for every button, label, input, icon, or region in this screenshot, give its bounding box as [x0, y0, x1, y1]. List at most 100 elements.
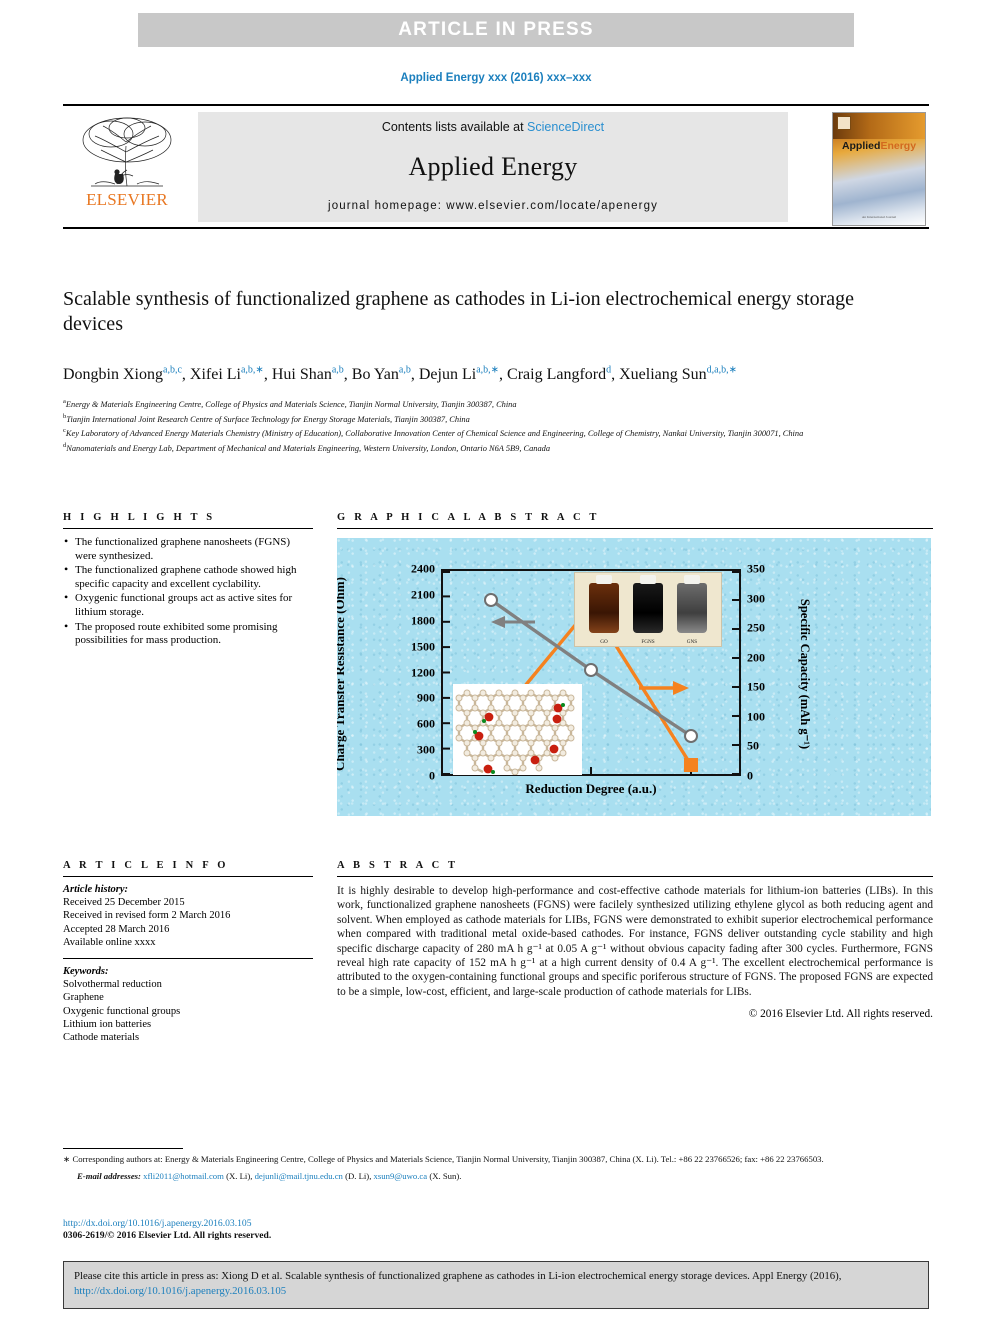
cover-badge-icon	[837, 116, 851, 130]
email-link[interactable]: dejunli@mail.tjnu.edu.cn	[255, 1171, 343, 1181]
affiliation-item: cKey Laboratory of Advanced Energy Mater…	[63, 425, 933, 439]
article-history-label: Article history:	[63, 884, 129, 895]
graphene-lattice-svg	[455, 689, 575, 775]
keyword-item: Lithium ion batteries	[63, 1018, 152, 1030]
y2-tick-label: 350	[747, 561, 765, 576]
chart-y-axis-label-text: Charge Transfer Resistance (Ohm)	[337, 576, 348, 771]
contents-prefix: Contents lists available at	[381, 120, 528, 134]
y-tick-label: 1500	[411, 639, 435, 654]
chart-y2-axis-label-text: Specific Capacity (mAh g⁻¹)	[798, 598, 813, 749]
abstract-section: A B S T R A C T It is highly desirable t…	[337, 860, 933, 1020]
author-item: Dejun Lia,b,∗,	[418, 365, 508, 384]
email-link[interactable]: xsun9@uwo.ca	[374, 1171, 428, 1181]
graphical-abstract-heading: G R A P H I C A L A B S T R A C T	[337, 512, 600, 523]
elsevier-tree-icon	[82, 117, 172, 187]
author-affil-marks: a,b	[398, 365, 411, 376]
bottle-gns	[677, 575, 707, 633]
bottle-label: GNS	[686, 639, 698, 645]
bottle-label: GO	[600, 639, 608, 645]
y-tick-label: 1200	[411, 665, 435, 679]
bottle-photo-inset: GO FGNS GNS	[574, 572, 722, 647]
y-tick-label: 300	[417, 742, 435, 757]
history-item: Available online xxxx	[63, 936, 156, 948]
oxygen-atoms-icon	[473, 703, 565, 774]
author-affil-marks: d,a,b,∗	[706, 365, 737, 376]
list-item: Oxygenic functional groups act as active…	[63, 591, 313, 619]
corresponding-author-note: ∗ Corresponding authors at: Energy & Mat…	[63, 1154, 824, 1164]
citation-box: Please cite this article in press as: Xi…	[63, 1261, 929, 1309]
author-item: Xifei Lia,b,∗,	[189, 365, 272, 384]
abstract-body: It is highly desirable to develop high-p…	[337, 885, 933, 998]
author-list: Dongbin Xionga,b,c, Xifei Lia,b,∗, Hui S…	[63, 361, 933, 385]
elsevier-wordmark: ELSEVIER	[86, 190, 168, 209]
highlights-section: H I G H L I G H T S The functionalized g…	[63, 512, 313, 649]
citation-doi-link[interactable]: http://dx.doi.org/10.1016/j.apenergy.201…	[74, 1285, 286, 1297]
y-tick-label: 1800	[411, 613, 435, 628]
chart-y-tick-labels: 0 300 600 900 1200 1500 1800 2100 2400	[367, 562, 435, 783]
affiliation-text: Key Laboratory of Advanced Energy Materi…	[65, 428, 804, 438]
journal-masthead: ELSEVIER Contents lists available at Sci…	[63, 104, 929, 229]
contents-box: Contents lists available at ScienceDirec…	[198, 112, 788, 222]
keywords-label: Keywords:	[63, 966, 109, 978]
doi-link[interactable]: http://dx.doi.org/10.1016/j.apenergy.201…	[63, 1218, 271, 1230]
article-in-press-label: ARTICLE IN PRESS	[398, 19, 594, 40]
bottle-fgns	[633, 575, 663, 633]
keyword-item: Solvothermal reduction	[63, 979, 162, 991]
page-title: Scalable synthesis of functionalized gra…	[63, 288, 854, 335]
y-tick-label: 600	[417, 716, 435, 731]
y2-tick-label: 50	[747, 738, 759, 753]
affiliation-item: dNanomaterials and Energy Lab, Departmen…	[63, 440, 933, 454]
y-tick-label: 2400	[411, 561, 435, 576]
author-item: Bo Yana,b,	[351, 365, 419, 384]
journal-homepage-link[interactable]: journal homepage: www.elsevier.com/locat…	[328, 200, 658, 212]
elsevier-logo: ELSEVIER	[66, 112, 188, 222]
highlights-divider	[63, 528, 313, 529]
author-affil-marks: a,b,∗	[476, 365, 500, 376]
issn-copyright: 0306-2619/© 2016 Elsevier Ltd. All right…	[63, 1230, 272, 1242]
bottle-go	[589, 575, 619, 633]
cover-title-energy: Energy	[880, 140, 917, 152]
article-info-section: A R T I C L E I N F O Article history: R…	[63, 860, 313, 1044]
graphene-lattice-inset	[453, 684, 582, 775]
list-item: The proposed route exhibited some promis…	[63, 620, 313, 648]
author-affil-marks: d	[606, 365, 612, 376]
article-page: ARTICLE IN PRESS Applied Energy xxx (201…	[0, 0, 992, 1323]
affiliation-item: bTianjin International Joint Research Ce…	[63, 411, 933, 425]
affiliation-text: Nanomaterials and Energy Lab, Department…	[66, 443, 551, 453]
keyword-item: Oxygenic functional groups	[63, 1005, 181, 1017]
author-name: Dongbin Xiong	[63, 366, 163, 384]
journal-reference: Applied Energy xxx (2016) xxx–xxx	[400, 72, 592, 84]
cover-title-applied: Applied	[841, 140, 881, 152]
citation-text: Please cite this article in press as: Xi…	[74, 1270, 842, 1282]
graphical-abstract-section: G R A P H I C A L A B S T R A C T Charge…	[337, 512, 933, 816]
sciencedirect-link[interactable]: ScienceDirect	[527, 120, 604, 134]
y2-tick-label: 250	[747, 620, 765, 635]
abstract-copyright: © 2016 Elsevier Ltd. All rights reserved…	[748, 1008, 933, 1021]
affiliation-text: Energy & Materials Engineering Centre, C…	[65, 399, 517, 409]
bottle-cap-icon	[640, 575, 656, 584]
author-item: Hui Shana,b,	[271, 365, 352, 384]
email-owner: (X. Sun).	[429, 1170, 462, 1181]
history-item: Received in revised form 2 March 2016	[63, 910, 231, 922]
footnote-block: ∗ Corresponding authors at: Energy & Mat…	[63, 1154, 933, 1182]
author-affil-marks: a,b,c	[163, 365, 182, 376]
history-item: Received 25 December 2015	[63, 897, 185, 909]
bottle-cap-icon	[596, 575, 612, 584]
y-tick-label: 900	[417, 690, 435, 705]
y-tick-label: 0	[429, 768, 435, 783]
author-name: Dejun Li	[418, 366, 477, 384]
chart-y2-axis-label: Specific Capacity (mAh g⁻¹)	[796, 570, 814, 777]
abstract-heading: A B S T R A C T	[337, 860, 459, 871]
y2-tick-label: 300	[747, 591, 765, 606]
article-in-press-banner: ARTICLE IN PRESS	[138, 13, 854, 47]
email-link[interactable]: xfli2011@hotmail.com	[143, 1171, 224, 1181]
affiliation-text: Tianjin International Joint Research Cen…	[66, 414, 470, 424]
chart-y2-tick-labels: 0 50 100 150 200 250 300 350	[747, 562, 787, 783]
bottle-label: FGNS	[641, 639, 655, 645]
y2-tick-label: 100	[747, 709, 765, 724]
y2-tick-label: 200	[747, 650, 765, 665]
keywords-block: Keywords: Solvothermal reduction Graphen…	[63, 965, 313, 1044]
email-owner: (X. Li),	[226, 1170, 253, 1181]
article-info-divider	[63, 876, 313, 877]
keyword-item: Graphene	[63, 992, 104, 1004]
